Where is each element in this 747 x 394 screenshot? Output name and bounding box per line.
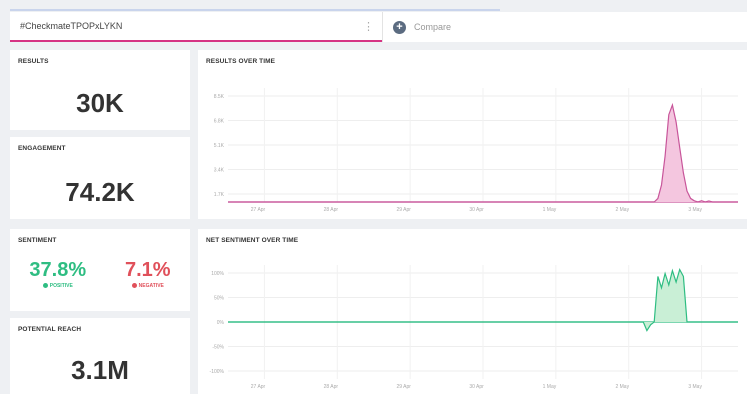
- x-tick-label: 1 May: [543, 384, 557, 390]
- x-tick-label: 30 Apr: [469, 207, 484, 213]
- reach-value: 3.1M: [71, 355, 129, 385]
- reach-card: POTENTIAL REACH 3.1M: [10, 318, 190, 394]
- engagement-value: 74.2K: [65, 177, 135, 207]
- kebab-icon[interactable]: ⋮: [363, 20, 374, 33]
- engagement-title: ENGAGEMENT: [18, 145, 66, 152]
- y-tick-label: -50%: [212, 345, 224, 351]
- y-tick-label: 50%: [214, 296, 225, 302]
- top-bar: #CheckmateTPOPxLYKN ⋮ + Compare: [0, 0, 747, 46]
- results-title: RESULTS: [18, 58, 49, 65]
- y-tick-label: 1.7K: [214, 192, 225, 198]
- y-tick-label: 0%: [217, 320, 225, 326]
- negative-value: 7.1%: [124, 259, 171, 281]
- x-tick-label: 3 May: [688, 207, 702, 213]
- positive-label: POSITIVE: [49, 283, 73, 289]
- y-tick-label: 3.4K: [214, 168, 225, 174]
- positive-dot-icon: [42, 283, 48, 288]
- x-tick-label: 28 Apr: [324, 207, 339, 213]
- y-tick-label: 5.1K: [214, 143, 225, 149]
- compare-label: Compare: [414, 22, 452, 32]
- x-tick-label: 27 Apr: [251, 207, 266, 213]
- plus-circle-icon: +: [393, 20, 406, 34]
- y-tick-label: 6.8K: [214, 119, 225, 125]
- positive-sentiment: 37.8% POSITIVE: [29, 259, 86, 289]
- engagement-card: ENGAGEMENT 74.2K: [10, 137, 190, 219]
- results-over-time-chart: 8.5K 6.8K 5.1K 3.4K 1.7K 27 Apr 28 Apr 29 Apr 30…: [214, 88, 738, 213]
- net-sentiment-chart: 100% 50% 0% -50% -100% 27 Apr 28 Apr 29 Apr 30 A…: [210, 265, 738, 390]
- loading-progress-bar: [10, 9, 500, 11]
- x-tick-label: 1 May: [543, 207, 557, 213]
- sentiment-card: SENTIMENT 37.8% POSITIVE 7.1% NEGATIVE: [10, 229, 190, 311]
- x-tick-label: 30 Apr: [469, 384, 484, 390]
- negative-dot-icon: [131, 283, 137, 288]
- y-tick-label: -100%: [210, 369, 225, 375]
- x-tick-label: 29 Apr: [396, 207, 411, 213]
- x-tick-label: 3 May: [688, 384, 702, 390]
- negative-sentiment: 7.1% NEGATIVE: [125, 259, 171, 289]
- results-card: RESULTS 30K: [10, 50, 190, 130]
- results-over-time-card: RESULTS OVER TIME 8.5K 6.8K 5.1K 3.4K 1.7K 27…: [198, 50, 747, 219]
- x-tick-label: 27 Apr: [251, 384, 266, 390]
- sentiment-title: SENTIMENT: [18, 237, 57, 244]
- positive-label-row: POSITIVE: [29, 283, 86, 289]
- negative-label: NEGATIVE: [138, 283, 164, 289]
- search-query-text: #CheckmateTPOPxLYKN: [20, 21, 123, 31]
- reach-title: POTENTIAL REACH: [18, 326, 82, 333]
- compare-button[interactable]: + Compare: [382, 12, 747, 42]
- x-tick-label: 2 May: [615, 384, 629, 390]
- net-sentiment-card: NET SENTIMENT OVER TIME 100% 50% 0% -50% -10…: [198, 229, 747, 394]
- results-value: 30K: [76, 88, 124, 118]
- y-tick-label: 100%: [211, 271, 224, 277]
- positive-value: 37.8%: [29, 259, 87, 281]
- x-tick-label: 2 May: [615, 207, 629, 213]
- y-tick-label: 8.5K: [214, 94, 225, 100]
- negative-label-row: NEGATIVE: [125, 283, 171, 289]
- x-tick-label: 29 Apr: [396, 384, 411, 390]
- search-query-input[interactable]: #CheckmateTPOPxLYKN ⋮: [10, 12, 382, 42]
- x-tick-label: 28 Apr: [324, 384, 339, 390]
